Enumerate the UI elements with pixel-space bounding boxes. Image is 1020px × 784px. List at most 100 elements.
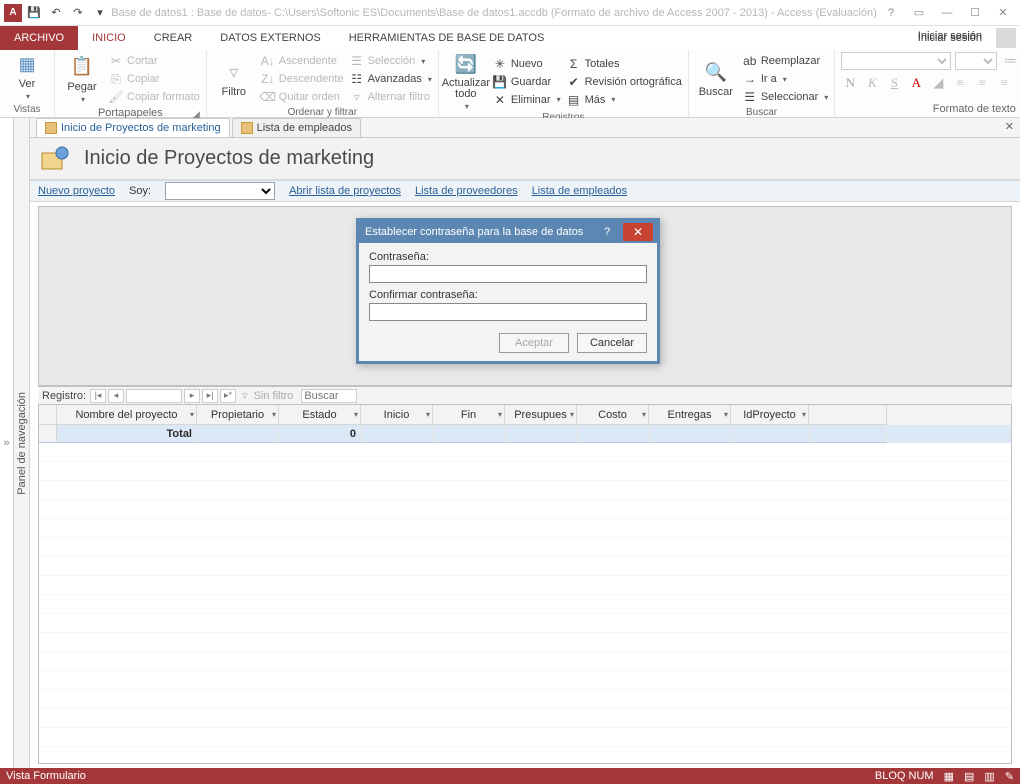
employee-list-link[interactable]: Lista de empleados <box>532 185 627 197</box>
highlight-icon[interactable]: ◢ <box>929 74 947 92</box>
align-center-icon[interactable]: ≡ <box>973 74 991 92</box>
col-project-id[interactable]: IdProyecto▾ <box>731 405 809 425</box>
paste-button[interactable]: 📋Pegar▾ <box>61 52 103 106</box>
prev-record-icon[interactable]: ◂ <box>108 389 124 403</box>
total-value: 0 <box>279 425 361 443</box>
font-size-select[interactable] <box>955 52 997 70</box>
col-owner[interactable]: Propietario▾ <box>197 405 279 425</box>
save-record-button[interactable]: 💾Guardar <box>493 73 561 91</box>
confirm-password-input[interactable] <box>369 303 647 321</box>
col-budget[interactable]: Presupues▾ <box>505 405 577 425</box>
password-input[interactable] <box>369 265 647 283</box>
totals-button[interactable]: ΣTotales <box>567 55 682 73</box>
next-record-icon[interactable]: ▸ <box>184 389 200 403</box>
font-family-select[interactable] <box>841 52 951 70</box>
align-right-icon[interactable]: ≡ <box>995 74 1013 92</box>
delete-icon: ✕ <box>493 93 507 107</box>
replace-button[interactable]: abReemplazar <box>743 52 829 70</box>
sort-asc-button[interactable]: A↓Ascendente <box>261 52 344 70</box>
bullets-icon[interactable]: ≔ <box>1001 52 1019 70</box>
sort-desc-icon: Z↓ <box>261 72 275 86</box>
datasheet-grid[interactable]: Nombre del proyecto▾ Propietario▾ Estado… <box>38 404 1012 764</box>
goto-button[interactable]: →Ir a▾ <box>743 70 829 88</box>
col-end[interactable]: Fin▾ <box>433 405 505 425</box>
close-icon[interactable]: ✕ <box>990 3 1016 23</box>
view-layout-icon[interactable]: ▥ <box>984 770 994 783</box>
doc-tab-employees[interactable]: Lista de empleados <box>232 118 361 137</box>
sort-desc-button[interactable]: Z↓Descendente <box>261 70 344 88</box>
status-numlock: BLOQ NUM <box>875 770 934 782</box>
underline-button[interactable]: S <box>885 74 903 92</box>
view-form-icon[interactable]: ▦ <box>944 770 954 783</box>
maximize-icon[interactable]: ☐ <box>962 3 988 23</box>
ok-button[interactable]: Aceptar <box>499 333 569 353</box>
col-deliveries[interactable]: Entregas▾ <box>649 405 731 425</box>
view-button[interactable]: ▦Ver▾ <box>6 52 48 101</box>
spell-button[interactable]: ✔Revisión ortográfica <box>567 73 682 91</box>
tab-create[interactable]: CREAR <box>140 26 207 50</box>
col-state[interactable]: Estado▾ <box>279 405 361 425</box>
new-record-button[interactable]: ✳Nuevo <box>493 55 561 73</box>
view-design-icon[interactable]: ✎ <box>1005 770 1014 783</box>
col-extra[interactable] <box>809 405 887 425</box>
clear-sort-button[interactable]: ⌫Quitar orden <box>261 88 344 106</box>
dialog-title: Establecer contraseña para la base de da… <box>365 226 583 238</box>
refresh-icon: 🔄 <box>454 52 478 76</box>
undo-icon[interactable]: ↶ <box>46 3 66 23</box>
row-selector-header[interactable] <box>39 405 57 425</box>
tab-external[interactable]: DATOS EXTERNOS <box>206 26 334 50</box>
copy-button[interactable]: ⎘Copiar <box>109 70 200 88</box>
sign-in-link[interactable]: Iniciar sesión <box>918 30 982 42</box>
tab-file[interactable]: ARCHIVO <box>0 26 78 50</box>
new-record-icon[interactable]: ▸* <box>220 389 236 403</box>
selection-button[interactable]: ☰Selección▾ <box>350 52 432 70</box>
avatar-icon[interactable] <box>996 28 1016 48</box>
dialog-titlebar[interactable]: Establecer contraseña para la base de da… <box>359 221 657 243</box>
minimize-icon[interactable]: — <box>934 3 960 23</box>
save-icon[interactable]: 💾 <box>24 3 44 23</box>
qat-customize-icon[interactable]: ▾ <box>90 3 110 23</box>
cut-button[interactable]: ✂Cortar <box>109 52 200 70</box>
grid-body[interactable] <box>39 443 1011 763</box>
redo-icon[interactable]: ↷ <box>68 3 88 23</box>
nav-panel-collapsed[interactable]: Panel de navegación <box>14 118 30 768</box>
ribbon-tabs: ARCHIVO INICIO CREAR DATOS EXTERNOS HERR… <box>0 26 1020 50</box>
last-record-icon[interactable]: ▸| <box>202 389 218 403</box>
soy-select[interactable] <box>165 182 275 200</box>
close-tab-icon[interactable]: ✕ <box>1005 120 1014 133</box>
refresh-button[interactable]: 🔄Actualizar todo▾ <box>445 52 487 111</box>
filter-button[interactable]: ▿Filtro <box>213 52 255 106</box>
col-start[interactable]: Inicio▾ <box>361 405 433 425</box>
help-icon[interactable]: ? <box>878 3 904 23</box>
align-left-icon[interactable]: ≡ <box>951 74 969 92</box>
tab-home[interactable]: INICIO <box>78 26 140 50</box>
select-button[interactable]: ☰Seleccionar▾ <box>743 88 829 106</box>
supplier-list-link[interactable]: Lista de proveedores <box>415 185 518 197</box>
advanced-button[interactable]: ☷Avanzadas▾ <box>350 70 432 88</box>
italic-button[interactable]: K <box>863 74 881 92</box>
more-button[interactable]: ▤Más▾ <box>567 91 682 109</box>
dialog-help-icon[interactable]: ? <box>595 226 619 238</box>
font-color-icon[interactable]: A <box>907 74 925 92</box>
dialog-close-icon[interactable]: ✕ <box>623 223 653 241</box>
search-input[interactable] <box>301 389 357 403</box>
shutter-bar-handle[interactable]: » <box>0 118 14 768</box>
new-project-link[interactable]: Nuevo proyecto <box>38 185 115 197</box>
cut-icon: ✂ <box>109 54 123 68</box>
bold-button[interactable]: N <box>841 74 859 92</box>
toggle-filter-button[interactable]: ▿Alternar filtro <box>350 88 432 106</box>
open-project-list-link[interactable]: Abrir lista de proyectos <box>289 185 401 197</box>
tab-dbtools[interactable]: HERRAMIENTAS DE BASE DE DATOS <box>335 26 559 50</box>
delete-record-button[interactable]: ✕Eliminar▾ <box>493 91 561 109</box>
first-record-icon[interactable]: |◂ <box>90 389 106 403</box>
col-project-name[interactable]: Nombre del proyecto▾ <box>57 405 197 425</box>
goto-icon: → <box>743 72 757 86</box>
doc-tab-marketing[interactable]: Inicio de Proyectos de marketing <box>36 118 230 137</box>
cancel-button[interactable]: Cancelar <box>577 333 647 353</box>
ribbon-collapse-icon[interactable]: ▭ <box>906 3 932 23</box>
format-painter-button[interactable]: 🖌Copiar formato <box>109 88 200 106</box>
col-cost[interactable]: Costo▾ <box>577 405 649 425</box>
record-number-input[interactable] <box>126 389 182 403</box>
view-datasheet-icon[interactable]: ▤ <box>964 770 974 783</box>
find-button[interactable]: 🔍Buscar <box>695 52 737 106</box>
